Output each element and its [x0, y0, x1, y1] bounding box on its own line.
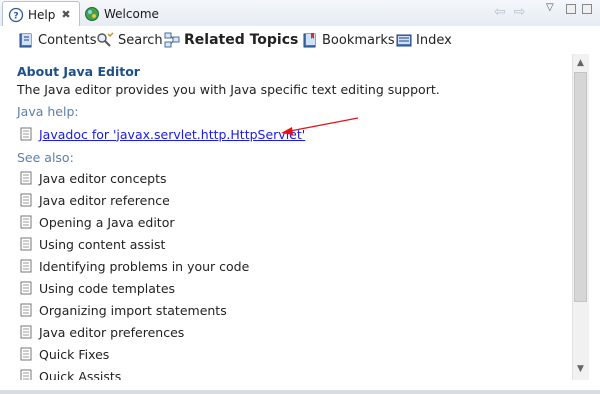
list-item[interactable]: Java editor reference	[20, 192, 170, 208]
forward-arrow-icon[interactable]: ⇨	[514, 4, 526, 20]
list-item-label[interactable]: Identifying problems in your code	[39, 259, 249, 274]
close-icon[interactable]: ✖	[61, 8, 70, 21]
java-help-label: Java help:	[17, 104, 79, 119]
minimize-icon[interactable]	[566, 4, 576, 14]
svg-text:?: ?	[13, 11, 18, 21]
document-icon	[20, 193, 32, 207]
document-icon	[20, 127, 32, 141]
welcome-globe-icon	[84, 6, 100, 22]
list-item[interactable]: Organizing import statements	[20, 302, 227, 318]
tab-welcome[interactable]: Welcome	[84, 2, 174, 25]
related-topics-icon	[164, 32, 180, 48]
list-item[interactable]: Java editor preferences	[20, 324, 184, 340]
document-icon	[20, 325, 32, 339]
list-item-label[interactable]: Organizing import statements	[39, 303, 227, 318]
javadoc-link[interactable]: Javadoc for 'javax.servlet.http.HttpServ…	[39, 127, 305, 142]
view-tab-bar: ? Help ✖ Welcome ⇦ ⇨ ▽	[0, 0, 600, 27]
list-item-label[interactable]: Quick Assists	[39, 369, 121, 381]
page-title: About Java Editor	[17, 64, 140, 79]
maximize-icon[interactable]	[582, 4, 592, 14]
bookmarks-label: Bookmarks	[322, 32, 395, 48]
list-item-label[interactable]: Quick Fixes	[39, 347, 109, 362]
contents-label: Contents	[38, 32, 97, 48]
see-also-label: See also:	[17, 150, 74, 165]
search-icon	[96, 32, 114, 48]
list-item[interactable]: Opening a Java editor	[20, 214, 175, 230]
related-topics-label: Related Topics	[184, 32, 299, 48]
contents-button[interactable]: Contents	[18, 31, 96, 49]
tab-help[interactable]: ? Help ✖	[2, 1, 80, 27]
search-button[interactable]: Search	[96, 31, 163, 49]
help-toolbar: Contents Search Related Topics Bookmarks…	[0, 26, 600, 54]
index-icon	[396, 32, 412, 48]
related-topics-button[interactable]: Related Topics	[164, 31, 298, 49]
list-item-label[interactable]: Opening a Java editor	[39, 215, 175, 230]
related-topics-content: About Java Editor The Java editor provid…	[8, 54, 570, 380]
list-item-label[interactable]: Java editor concepts	[39, 171, 167, 186]
document-icon	[20, 369, 32, 380]
list-item[interactable]: Using content assist	[20, 236, 165, 252]
bookmarks-icon	[302, 32, 318, 48]
list-item[interactable]: Using code templates	[20, 280, 175, 296]
tab-welcome-label: Welcome	[104, 6, 159, 21]
list-item-label[interactable]: Using code templates	[39, 281, 175, 296]
list-item[interactable]: Java editor concepts	[20, 170, 167, 186]
document-icon	[20, 215, 32, 229]
document-icon	[20, 259, 32, 273]
scroll-up-icon[interactable]: ▲	[577, 58, 584, 68]
document-icon	[20, 303, 32, 317]
bookmarks-button[interactable]: Bookmarks	[302, 31, 395, 49]
view-menu-icon[interactable]: ▽	[546, 2, 554, 13]
javadoc-link-item[interactable]: Javadoc for 'javax.servlet.http.HttpServ…	[20, 126, 305, 142]
tab-help-label: Help	[28, 7, 56, 22]
history-nav: ⇦ ⇨	[494, 4, 525, 20]
scroll-down-icon[interactable]: ▼	[577, 364, 584, 374]
document-icon	[20, 171, 32, 185]
list-item-label[interactable]: Using content assist	[39, 237, 165, 252]
search-label: Search	[118, 32, 163, 48]
scroll-thumb[interactable]	[574, 72, 587, 302]
index-label: Index	[416, 32, 452, 48]
document-icon	[20, 281, 32, 295]
contents-icon	[18, 32, 34, 48]
list-item-label[interactable]: Java editor reference	[39, 193, 170, 208]
list-item[interactable]: Quick Fixes	[20, 346, 109, 362]
vertical-scrollbar[interactable]: ▲ ▼	[572, 54, 589, 380]
list-item[interactable]: Quick Assists	[20, 368, 121, 380]
document-icon	[20, 237, 32, 251]
index-button[interactable]: Index	[396, 31, 452, 49]
document-icon	[20, 347, 32, 361]
help-book-icon: ?	[8, 7, 24, 23]
bottom-border	[0, 390, 600, 394]
list-item-label[interactable]: Java editor preferences	[39, 325, 184, 340]
back-arrow-icon[interactable]: ⇦	[494, 4, 506, 20]
topic-description: The Java editor provides you with Java s…	[17, 82, 440, 97]
list-item[interactable]: Identifying problems in your code	[20, 258, 249, 274]
